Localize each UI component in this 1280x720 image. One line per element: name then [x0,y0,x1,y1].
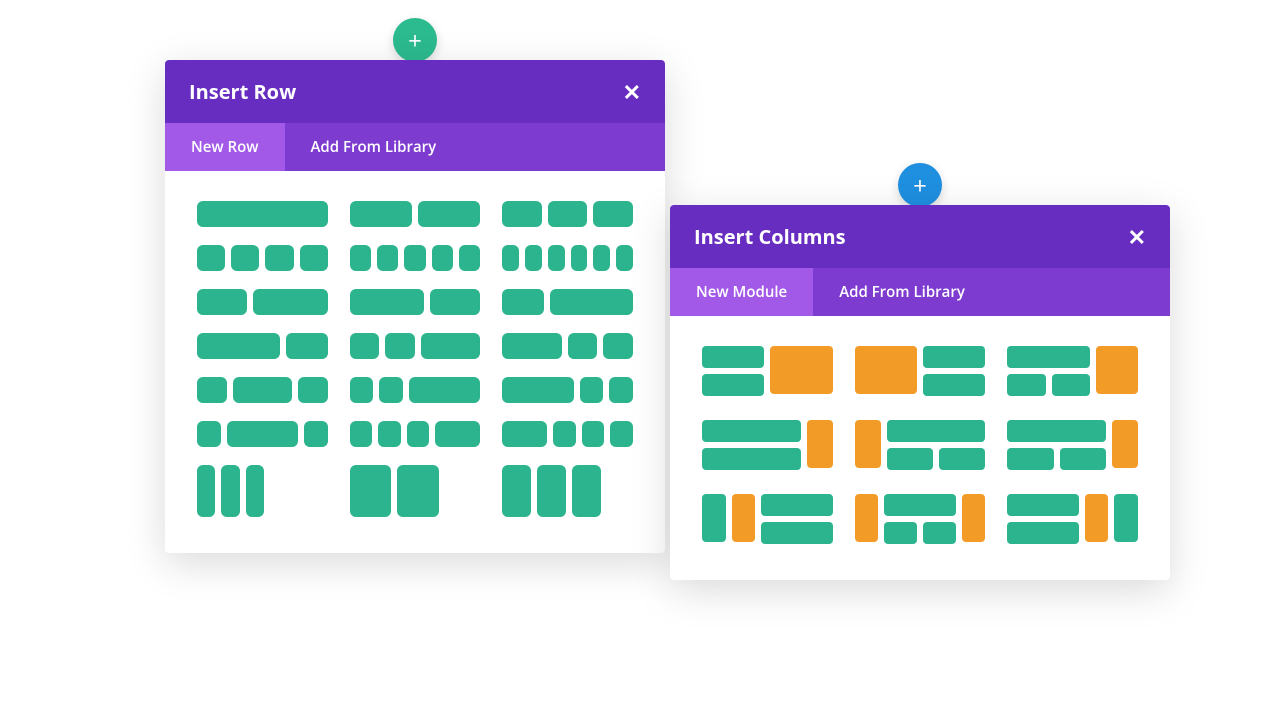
layout-1-2-1-6x3[interactable] [502,421,633,447]
layout-3col-tall[interactable] [502,465,633,517]
layout-1-5-3-5[interactable] [350,377,481,403]
layout-2col[interactable] [350,201,481,227]
col-layout-b[interactable] [855,346,986,396]
layout-3col[interactable] [502,201,633,227]
insert-row-panel: Insert Row ✕ New Row Add From Library [165,60,665,553]
layout-1-2-1-4[interactable] [502,333,633,359]
tab-new-row[interactable]: New Row [165,123,285,171]
layout-2-5col[interactable] [197,289,328,315]
panel-title: Insert Row [189,78,296,105]
col-layout-g[interactable] [702,494,833,544]
row-layouts-grid [165,171,665,553]
layout-1-6-1-6-1-6[interactable] [197,421,328,447]
col-layout-c[interactable] [1007,346,1138,396]
insert-columns-panel: Insert Columns ✕ New Module Add From Lib… [670,205,1170,580]
close-icon[interactable]: ✕ [1128,226,1146,248]
layout-6col[interactable] [502,245,633,271]
col-layout-f[interactable] [1007,420,1138,470]
panel-title: Insert Columns [694,223,846,250]
col-layout-e[interactable] [855,420,986,470]
layout-2col-tall[interactable] [350,465,481,517]
layout-3-5-1-5[interactable] [502,377,633,403]
layout-1-4-1-4[interactable] [350,333,481,359]
layout-1-4-1-2[interactable] [197,377,328,403]
layout-1-3col[interactable] [502,289,633,315]
layout-5col[interactable] [350,245,481,271]
col-layout-a[interactable] [702,346,833,396]
col-layout-i[interactable] [1007,494,1138,544]
col-layout-d[interactable] [702,420,833,470]
layout-3-5col[interactable] [350,289,481,315]
col-layout-h[interactable] [855,494,986,544]
layout-narrow-tall[interactable] [197,465,328,517]
panel-header: Insert Row ✕ [165,60,665,123]
close-icon[interactable]: ✕ [623,81,641,103]
layout-2-3col[interactable] [197,333,328,359]
layout-4col[interactable] [197,245,328,271]
tab-add-from-library[interactable]: Add From Library [285,123,463,171]
panel-header: Insert Columns ✕ [670,205,1170,268]
panel-tabs: New Module Add From Library [670,268,1170,316]
layout-1-6x4[interactable] [350,421,481,447]
tab-add-from-library[interactable]: Add From Library [813,268,991,316]
panel-tabs: New Row Add From Library [165,123,665,171]
column-layouts-grid [670,316,1170,580]
tab-new-module[interactable]: New Module [670,268,813,316]
layout-1col[interactable] [197,201,328,227]
